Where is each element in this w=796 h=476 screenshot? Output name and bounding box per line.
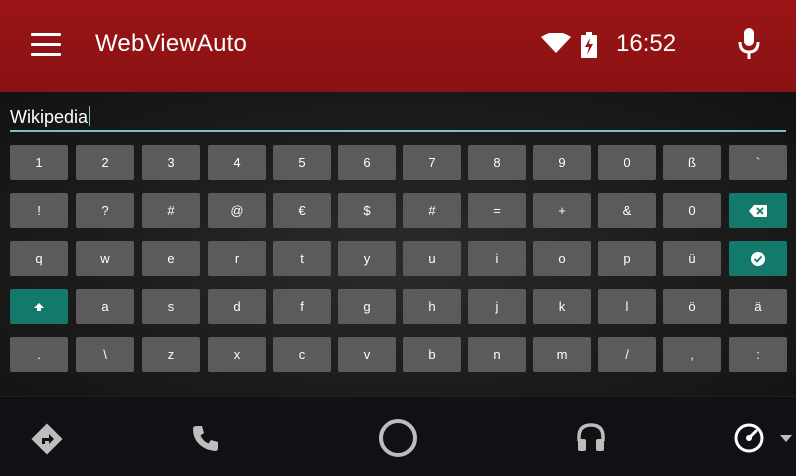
shift-key[interactable] <box>10 289 68 324</box>
key[interactable]: w <box>76 241 134 276</box>
shift-icon <box>33 302 45 312</box>
enter-key[interactable] <box>729 241 787 276</box>
chevron-down-icon[interactable] <box>779 433 793 443</box>
wifi-icon <box>541 33 571 53</box>
key[interactable]: / <box>598 337 656 372</box>
input-value: Wikipedia <box>10 107 89 127</box>
key[interactable]: v <box>338 337 396 372</box>
app-header: WebViewAuto 16:52 <box>0 0 796 92</box>
menu-icon[interactable] <box>31 33 61 57</box>
key[interactable]: # <box>403 193 461 228</box>
key[interactable]: p <box>598 241 656 276</box>
key[interactable]: & <box>598 193 656 228</box>
search-input[interactable]: Wikipedia <box>10 104 786 132</box>
key[interactable]: t <box>273 241 331 276</box>
key[interactable]: y <box>338 241 396 276</box>
key[interactable]: r <box>208 241 266 276</box>
key[interactable]: 4 <box>208 145 266 180</box>
key[interactable]: € <box>273 193 331 228</box>
key[interactable]: i <box>468 241 526 276</box>
headphones-icon[interactable] <box>575 421 607 453</box>
key[interactable]: l <box>598 289 656 324</box>
key[interactable]: ? <box>76 193 134 228</box>
key[interactable]: j <box>468 289 526 324</box>
text-cursor <box>89 106 91 126</box>
key[interactable]: 7 <box>403 145 461 180</box>
key[interactable]: q <box>10 241 68 276</box>
key[interactable]: c <box>273 337 331 372</box>
key[interactable]: ! <box>10 193 68 228</box>
key[interactable]: @ <box>208 193 266 228</box>
key[interactable]: 3 <box>142 145 200 180</box>
dashboard-gauge-icon[interactable] <box>733 421 767 455</box>
key[interactable]: # <box>142 193 200 228</box>
key[interactable]: = <box>468 193 526 228</box>
navigation-icon[interactable] <box>31 423 63 455</box>
battery-charging-icon <box>581 32 597 58</box>
key[interactable]: h <box>403 289 461 324</box>
key[interactable]: n <box>468 337 526 372</box>
key[interactable]: m <box>533 337 591 372</box>
key[interactable]: s <box>142 289 200 324</box>
key[interactable]: o <box>533 241 591 276</box>
key[interactable]: ü <box>663 241 721 276</box>
key[interactable]: + <box>533 193 591 228</box>
key[interactable]: e <box>142 241 200 276</box>
key[interactable]: u <box>403 241 461 276</box>
microphone-icon[interactable] <box>737 28 761 60</box>
key[interactable]: 6 <box>338 145 396 180</box>
backspace-icon <box>749 204 767 217</box>
key[interactable]: b <box>403 337 461 372</box>
key[interactable]: ß <box>663 145 721 180</box>
key[interactable]: a <box>76 289 134 324</box>
key[interactable]: 0 <box>598 145 656 180</box>
home-icon[interactable] <box>378 418 418 458</box>
key[interactable]: ä <box>729 289 787 324</box>
key[interactable]: k <box>533 289 591 324</box>
checkmark-icon <box>751 251 765 266</box>
key[interactable]: f <box>273 289 331 324</box>
key[interactable]: 0 <box>663 193 721 228</box>
key[interactable]: : <box>729 337 787 372</box>
key[interactable]: . <box>10 337 68 372</box>
app-title: WebViewAuto <box>95 30 248 57</box>
key[interactable]: 1 <box>10 145 68 180</box>
key[interactable]: 8 <box>468 145 526 180</box>
key[interactable]: x <box>208 337 266 372</box>
key[interactable]: g <box>338 289 396 324</box>
key[interactable]: ` <box>729 145 787 180</box>
phone-icon[interactable] <box>191 423 221 453</box>
key[interactable]: 5 <box>273 145 331 180</box>
key[interactable]: d <box>208 289 266 324</box>
key[interactable]: \ <box>76 337 134 372</box>
key[interactable]: z <box>142 337 200 372</box>
key[interactable]: 2 <box>76 145 134 180</box>
bottom-navigation-bar <box>0 396 796 476</box>
key[interactable]: , <box>663 337 721 372</box>
key[interactable]: $ <box>338 193 396 228</box>
backspace-key[interactable] <box>729 193 787 228</box>
key[interactable]: ö <box>663 289 721 324</box>
status-time: 16:52 <box>616 30 677 57</box>
key[interactable]: 9 <box>533 145 591 180</box>
